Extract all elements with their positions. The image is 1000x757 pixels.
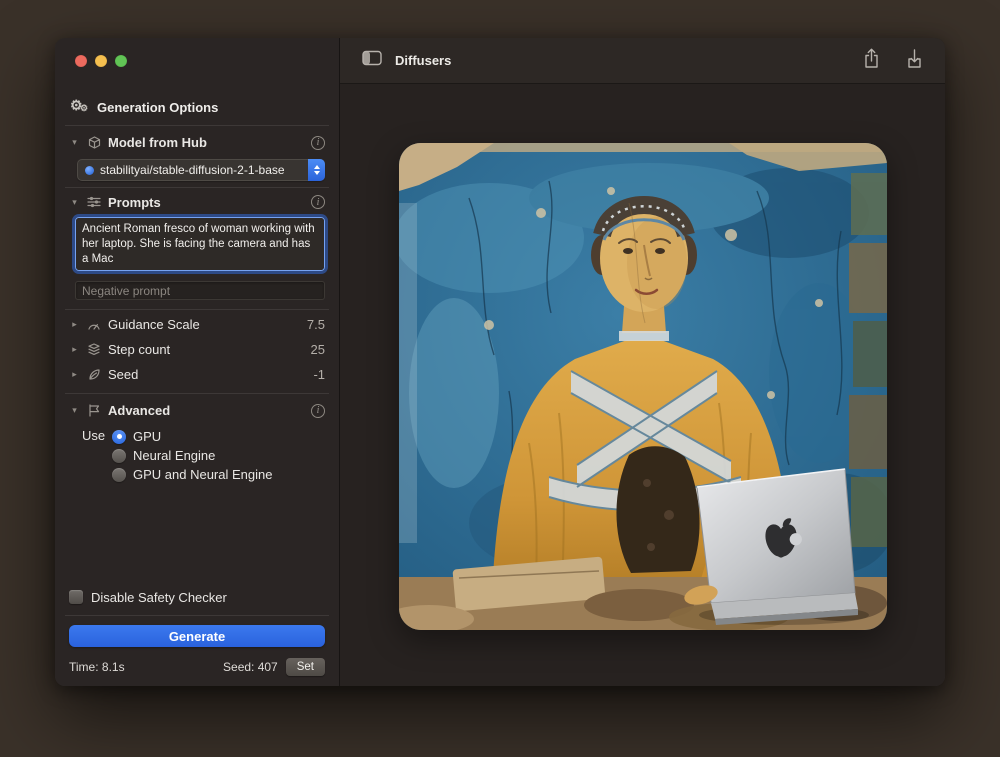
- save-image-icon[interactable]: [906, 48, 923, 74]
- step-count-value: 25: [311, 342, 325, 357]
- minimize-window-button[interactable]: [95, 55, 107, 67]
- radio-neural-engine-label: Neural Engine: [133, 448, 215, 463]
- radio-unselected-icon[interactable]: [112, 468, 126, 482]
- time-status: Time: 8.1s: [69, 660, 125, 674]
- seed-row[interactable]: ▸ Seed -1: [69, 362, 325, 387]
- compute-unit-group: Use GPU Neural Engine GPU and Neural Eng…: [69, 427, 325, 484]
- radio-gpu-label: GPU: [133, 429, 161, 444]
- divider: [65, 615, 329, 616]
- prompts-info-icon[interactable]: i: [311, 195, 325, 209]
- app-window: ⚙⚙ Generation Options ▾ Model from Hub i…: [55, 38, 945, 686]
- share-icon[interactable]: [863, 48, 880, 74]
- gears-icon: ⚙⚙: [71, 99, 89, 115]
- model-dot-icon: [85, 166, 94, 175]
- checkbox-icon[interactable]: [69, 590, 83, 604]
- model-select[interactable]: stabilityai/stable-diffusion-2-1-base: [77, 159, 325, 181]
- guidance-scale-value: 7.5: [307, 317, 325, 332]
- step-count-label: Step count: [108, 342, 170, 357]
- use-label: Use: [82, 427, 112, 443]
- status-bar: Time: 8.1s Seed: 407 Set: [69, 658, 325, 676]
- negative-prompt-input[interactable]: [75, 281, 325, 300]
- seed-value: -1: [313, 367, 325, 382]
- seed-icon: [86, 368, 102, 382]
- radio-unselected-icon[interactable]: [112, 449, 126, 463]
- canvas-area: [340, 84, 945, 686]
- zoom-window-button[interactable]: [115, 55, 127, 67]
- window-controls: [69, 38, 325, 67]
- chevron-right-icon[interactable]: ▸: [69, 319, 80, 330]
- seed-status: Seed: 407: [223, 660, 278, 674]
- guidance-scale-icon: [86, 318, 102, 332]
- toggle-sidebar-icon[interactable]: [362, 50, 382, 71]
- fresco-illustration: [399, 143, 887, 630]
- model-section-label: Model from Hub: [108, 135, 207, 150]
- step-count-icon: [86, 343, 102, 357]
- radio-gpu[interactable]: GPU: [112, 427, 272, 446]
- guidance-scale-row[interactable]: ▸ Guidance Scale 7.5: [69, 312, 325, 337]
- disable-safety-checker-label: Disable Safety Checker: [91, 590, 227, 605]
- sidebar-bottom: Disable Safety Checker Generate Time: 8.…: [69, 588, 325, 676]
- radio-selected-icon[interactable]: [112, 430, 126, 444]
- sidebar-header: ⚙⚙ Generation Options: [71, 99, 325, 115]
- guidance-scale-label: Guidance Scale: [108, 317, 200, 332]
- title-bar: Diffusers: [340, 38, 945, 84]
- sidebar: ⚙⚙ Generation Options ▾ Model from Hub i…: [55, 38, 340, 686]
- generate-button[interactable]: Generate: [69, 625, 325, 647]
- prompts-section-header[interactable]: ▾ Prompts i: [69, 188, 325, 216]
- sidebar-title: Generation Options: [97, 100, 218, 115]
- radio-gpu-and-neural-engine[interactable]: GPU and Neural Engine: [112, 465, 272, 484]
- radio-gpu-and-neural-engine-label: GPU and Neural Engine: [133, 467, 272, 482]
- advanced-flag-icon: [86, 404, 102, 418]
- seed-label: Seed: [108, 367, 138, 382]
- chevron-down-icon[interactable]: ▾: [69, 197, 80, 208]
- model-section-header[interactable]: ▾ Model from Hub i: [69, 126, 325, 159]
- dropdown-stepper-icon[interactable]: [308, 159, 325, 181]
- advanced-section-label: Advanced: [108, 403, 170, 418]
- chevron-right-icon[interactable]: ▸: [69, 344, 80, 355]
- model-cube-icon: [86, 136, 102, 150]
- window-title: Diffusers: [395, 53, 451, 68]
- advanced-section-header[interactable]: ▾ Advanced i: [69, 394, 325, 427]
- prompt-input[interactable]: Ancient Roman fresco of woman working wi…: [75, 217, 325, 271]
- advanced-info-icon[interactable]: i: [311, 404, 325, 418]
- main-area: Diffusers: [340, 38, 945, 686]
- chevron-down-icon[interactable]: ▾: [69, 405, 80, 416]
- model-selected-value: stabilityai/stable-diffusion-2-1-base: [100, 163, 285, 177]
- step-count-row[interactable]: ▸ Step count 25: [69, 337, 325, 362]
- model-info-icon[interactable]: i: [311, 136, 325, 150]
- prompts-sliders-icon: [86, 195, 102, 209]
- set-seed-button[interactable]: Set: [286, 658, 325, 676]
- prompts-section-label: Prompts: [108, 195, 161, 210]
- generated-image[interactable]: [399, 143, 887, 630]
- disable-safety-checker-row[interactable]: Disable Safety Checker: [69, 588, 325, 606]
- close-window-button[interactable]: [75, 55, 87, 67]
- chevron-right-icon[interactable]: ▸: [69, 369, 80, 380]
- chevron-down-icon[interactable]: ▾: [69, 137, 80, 148]
- radio-neural-engine[interactable]: Neural Engine: [112, 446, 272, 465]
